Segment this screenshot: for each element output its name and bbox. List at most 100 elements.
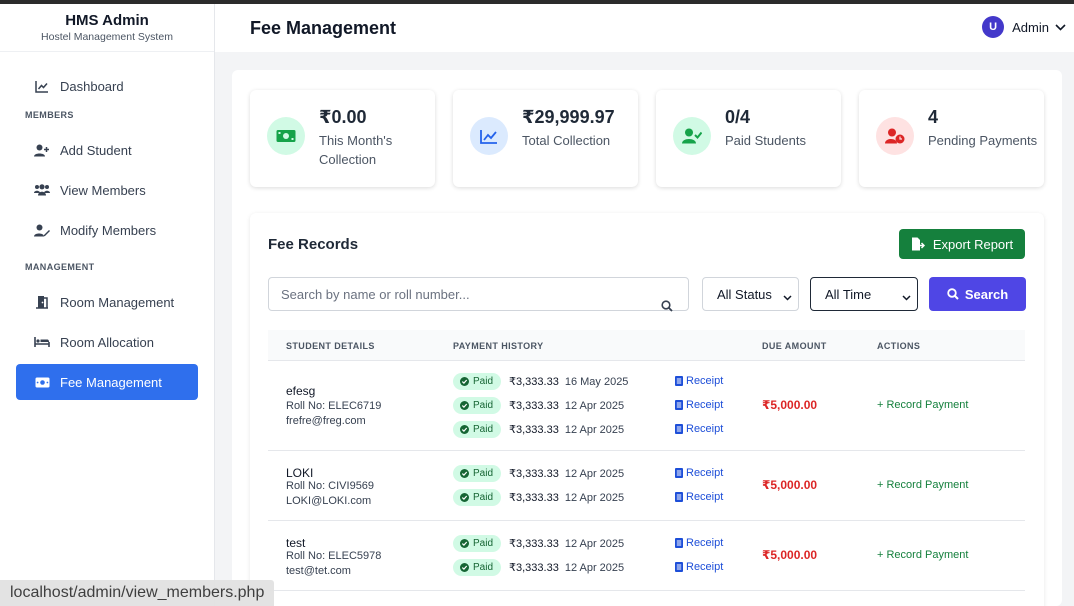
- payment-date: 12 Apr 2025: [564, 561, 625, 574]
- check-circle-icon: [460, 493, 469, 502]
- bed-icon: [34, 334, 50, 350]
- payment-entry: Paid ₹3,333.33 12 Apr 2025: [453, 421, 624, 438]
- time-filter-value: All Time: [825, 286, 872, 302]
- receipt-label: Receipt: [686, 399, 724, 411]
- due-amount: ₹5,000.00: [762, 548, 818, 562]
- user-plus-icon: [34, 142, 50, 158]
- stat-value: ₹29,999.97: [522, 107, 615, 127]
- record-payment-link[interactable]: + Record Payment: [877, 549, 968, 561]
- receipt-link[interactable]: Receipt: [675, 467, 723, 479]
- chevron-down-icon: [902, 289, 911, 304]
- sidebar-item-modify-members[interactable]: Modify Members: [16, 212, 198, 248]
- brand: HMS Admin Hostel Management System: [0, 4, 214, 52]
- page-title: Fee Management: [250, 18, 397, 38]
- student-roll: Roll No: CIVI9569: [286, 480, 375, 492]
- check-circle-icon: [460, 425, 469, 434]
- student-name: LOKI: [286, 466, 314, 480]
- receipt-link[interactable]: Receipt: [675, 375, 723, 387]
- payment-amount: ₹3,333.33: [509, 492, 559, 504]
- record-payment-link[interactable]: + Record Payment: [877, 399, 968, 411]
- column-header-due: DUE AMOUNT: [762, 341, 827, 351]
- payment-entry: Paid ₹3,333.33 12 Apr 2025: [453, 535, 624, 552]
- payment-entry: Paid ₹3,333.33 16 May 2025: [453, 373, 628, 390]
- search-input[interactable]: [268, 277, 689, 311]
- payment-date: 12 Apr 2025: [564, 537, 625, 550]
- paid-badge: Paid: [453, 373, 501, 390]
- receipt-link[interactable]: Receipt: [675, 537, 723, 549]
- check-circle-icon: [460, 563, 469, 572]
- receipt-icon: [675, 376, 683, 386]
- brand-subtitle: Hostel Management System: [41, 31, 173, 43]
- sidebar-item-label: Room Management: [60, 294, 175, 310]
- status-bar-url: localhost/admin/view_members.php: [0, 580, 275, 606]
- sidebar-item-dashboard[interactable]: Dashboard: [16, 68, 198, 104]
- paid-badge: Paid: [453, 421, 501, 438]
- receipt-icon: [675, 468, 683, 478]
- paid-badge-label: Paid: [473, 468, 494, 479]
- search-button[interactable]: Search: [929, 277, 1026, 311]
- sidebar: HMS Admin Hostel Management System Dashb…: [0, 4, 215, 606]
- stat-value: 4: [928, 107, 939, 127]
- receipt-link[interactable]: Receipt: [675, 399, 723, 411]
- receipt-label: Receipt: [686, 537, 724, 549]
- receipt-icon: [675, 562, 683, 572]
- receipt-icon: [675, 538, 683, 548]
- paid-badge-label: Paid: [473, 538, 494, 549]
- export-report-button[interactable]: Export Report: [899, 229, 1025, 259]
- section-label-members: MEMBERS: [25, 110, 74, 120]
- paid-badge-label: Paid: [473, 400, 494, 411]
- chevron-down-icon: [1055, 23, 1066, 31]
- receipt-icon: [675, 424, 683, 434]
- sidebar-item-room-management[interactable]: Room Management: [16, 284, 198, 320]
- stat-card-paid: 0/4 Paid Students: [656, 90, 841, 187]
- record-payment-link[interactable]: + Record Payment: [877, 479, 968, 491]
- student-roll: Roll No: ELEC5978: [286, 550, 382, 562]
- export-report-label: Export Report: [932, 236, 1014, 252]
- sidebar-item-label: View Members: [60, 182, 146, 198]
- fee-records-panel: Fee Records Export Report All Status All…: [250, 213, 1044, 606]
- paid-badge: Paid: [453, 397, 501, 414]
- sidebar-item-view-members[interactable]: View Members: [16, 172, 198, 208]
- receipt-link[interactable]: Receipt: [675, 423, 723, 435]
- payment-date: 12 Apr 2025: [564, 423, 625, 436]
- payment-entry: Paid ₹3,333.33 12 Apr 2025: [453, 397, 624, 414]
- student-email: LOKI@LOKI.com: [286, 495, 372, 507]
- column-header-actions: ACTIONS: [877, 341, 921, 351]
- due-amount: ₹5,000.00: [762, 478, 818, 492]
- check-circle-icon: [460, 401, 469, 410]
- payment-amount: ₹3,333.33: [509, 376, 559, 388]
- receipt-label: Receipt: [686, 561, 724, 573]
- payment-amount: ₹3,333.33: [509, 562, 559, 574]
- receipt-link[interactable]: Receipt: [675, 561, 723, 573]
- user-edit-icon: [34, 222, 50, 238]
- stat-label: Paid Students: [725, 133, 806, 148]
- check-circle-icon: [460, 469, 469, 478]
- column-header-history: PAYMENT HISTORY: [453, 341, 544, 351]
- table-row: LOKI Roll No: CIVI9569 LOKI@LOKI.com Pai…: [268, 451, 1025, 521]
- user-menu[interactable]: U Admin: [982, 16, 1066, 38]
- stat-label: This Month's Collection: [319, 133, 393, 167]
- paid-badge: Paid: [453, 465, 501, 482]
- receipt-link[interactable]: Receipt: [675, 491, 723, 503]
- money-bill-wave-icon: [267, 117, 305, 155]
- paid-badge: Paid: [453, 535, 501, 552]
- user-clock-icon: [876, 117, 914, 155]
- sidebar-item-add-student[interactable]: Add Student: [16, 132, 198, 168]
- chart-line-icon: [470, 117, 508, 155]
- fee-records-title: Fee Records: [268, 236, 359, 253]
- payment-date: 12 Apr 2025: [564, 491, 625, 504]
- user-name: Admin: [1012, 19, 1049, 35]
- receipt-label: Receipt: [686, 467, 724, 479]
- sidebar-item-room-allocation[interactable]: Room Allocation: [16, 324, 198, 360]
- table-row: test Roll No: ELEC5978 test@tet.com Paid…: [268, 521, 1025, 591]
- stats-row: ₹0.00 This Month's Collection ₹29,999.97…: [250, 90, 1044, 187]
- due-amount: ₹5,000.00: [762, 398, 818, 412]
- sidebar-nav: Dashboard MEMBERS Add Student View Membe…: [0, 52, 214, 400]
- status-filter-select[interactable]: All Status: [702, 277, 799, 311]
- chart-line-icon: [34, 78, 50, 94]
- payment-amount: ₹3,333.33: [509, 400, 559, 412]
- record-payment-label: Record Payment: [886, 399, 969, 411]
- sidebar-item-fee-management[interactable]: Fee Management: [16, 364, 198, 400]
- sidebar-item-label: Modify Members: [60, 222, 157, 238]
- time-filter-select[interactable]: All Time: [810, 277, 918, 311]
